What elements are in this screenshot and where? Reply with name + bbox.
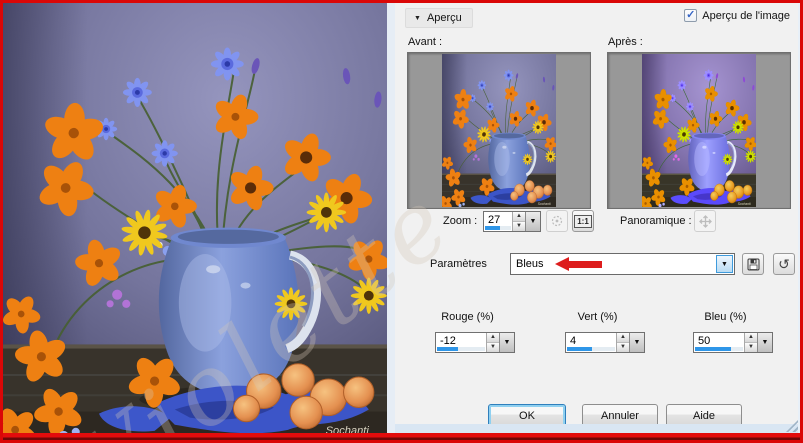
spin-down-icon[interactable]: ▼ [617, 343, 629, 352]
zoom-value-field[interactable]: 27 [484, 212, 512, 231]
bleu-value: 50 [698, 335, 710, 347]
pan-button [694, 210, 716, 232]
bleu-spinner[interactable]: 50 ▲ ▼ ▼ [693, 332, 773, 353]
apercu-image-checkbox-label: Aperçu de l'image [702, 10, 790, 22]
vert-dropdown-button[interactable]: ▼ [629, 333, 644, 352]
rouge-value-field[interactable]: -12 [436, 333, 486, 352]
spin-down-icon[interactable]: ▼ [513, 222, 525, 231]
rouge-label: Rouge (%) [410, 311, 525, 323]
still-life-photo: Sochanti [3, 3, 387, 440]
before-preview-image [442, 54, 556, 207]
zoom-spinner[interactable]: 27 ▲ ▼ ▼ [483, 211, 541, 232]
spin-down-icon[interactable]: ▼ [745, 343, 757, 352]
after-preview-image [642, 54, 756, 207]
parametres-value: Bleus [516, 258, 544, 270]
zoom-spin-buttons[interactable]: ▲ ▼ [512, 212, 525, 231]
reset-icon: ↺ [778, 256, 790, 273]
parametres-row: Paramètres Bleus ▼ [395, 251, 800, 281]
vert-meter [567, 347, 615, 351]
apercu-image-checkbox-row: ✓ Aperçu de l'image [684, 9, 790, 22]
apercu-toggle-button[interactable]: ▼ Aperçu [405, 8, 473, 28]
vert-spin-buttons[interactable]: ▲ ▼ [616, 333, 629, 352]
rouge-meter [437, 347, 485, 351]
save-preset-button[interactable] [742, 253, 764, 275]
before-preview[interactable] [407, 52, 591, 209]
spin-up-icon[interactable]: ▲ [487, 333, 499, 343]
adjust-dialog: ▼ Aperçu ✓ Aperçu de l'image Avant : Apr… [387, 3, 800, 440]
bleu-meter [695, 347, 743, 351]
photo-signature: Sochanti [326, 425, 370, 437]
bleu-value-field[interactable]: 50 [694, 333, 744, 352]
rouge-meter-fill [437, 347, 458, 351]
bleu-label: Bleu (%) [668, 311, 783, 323]
bleu-meter-fill [695, 347, 731, 351]
zoom-meter [485, 226, 511, 230]
photo-panel: Sochanti [3, 3, 387, 440]
save-floppy-icon [747, 258, 760, 271]
vert-label: Vert (%) [540, 311, 655, 323]
collapse-triangle-icon: ▼ [414, 15, 421, 22]
apercu-toggle-label: Aperçu [427, 12, 462, 24]
rouge-dropdown-button[interactable]: ▼ [499, 333, 514, 352]
zoom-meter-fill [485, 226, 500, 230]
after-label: Après : [608, 36, 643, 48]
zoom-value: 27 [488, 214, 500, 226]
pan-cross-icon [699, 215, 712, 228]
apercu-image-checkbox[interactable]: ✓ [684, 9, 697, 22]
bleu-dropdown-button[interactable]: ▼ [757, 333, 772, 352]
bleu-spin-buttons[interactable]: ▲ ▼ [744, 333, 757, 352]
annotation-arrow-icon [555, 258, 605, 271]
dialog-bottom-border [395, 424, 800, 433]
rouge-value: -12 [440, 335, 456, 347]
parametres-label: Paramètres [430, 258, 487, 270]
zoom-dropdown-button[interactable]: ▼ [525, 212, 540, 231]
vert-value-field[interactable]: 4 [566, 333, 616, 352]
vert-meter-fill [567, 347, 592, 351]
proof-button [546, 210, 568, 232]
panoramique-label: Panoramique : [620, 215, 692, 227]
spin-up-icon[interactable]: ▲ [513, 212, 525, 222]
one-to-one-button[interactable]: 1:1 [572, 210, 594, 232]
after-preview[interactable] [607, 52, 791, 209]
screenshot-frame: Sochanti ▼ Aperçu ✓ Aperçu de l'image Av… [0, 0, 803, 443]
parametres-combobox[interactable]: Bleus ▼ [510, 253, 735, 275]
rouge-spinner[interactable]: -12 ▲ ▼ ▼ [435, 332, 515, 353]
zoom-row: Zoom : 27 ▲ ▼ ▼ [395, 210, 800, 236]
dialog-right-border [798, 3, 800, 440]
reset-defaults-button[interactable]: ↺ [773, 253, 795, 275]
proof-icon [551, 215, 563, 227]
spin-up-icon[interactable]: ▲ [745, 333, 757, 343]
spin-up-icon[interactable]: ▲ [617, 333, 629, 343]
vert-spinner[interactable]: 4 ▲ ▼ ▼ [565, 332, 645, 353]
parametres-dropdown-button[interactable]: ▼ [716, 255, 733, 273]
spin-down-icon[interactable]: ▼ [487, 343, 499, 352]
rouge-spin-buttons[interactable]: ▲ ▼ [486, 333, 499, 352]
zoom-label: Zoom : [443, 215, 477, 227]
one-to-one-icon: 1:1 [574, 215, 592, 228]
vert-value: 4 [570, 335, 576, 347]
before-label: Avant : [408, 36, 442, 48]
channel-controls: Rouge (%) Vert (%) Bleu (%) -12 ▲ ▼ ▼ [395, 308, 800, 363]
